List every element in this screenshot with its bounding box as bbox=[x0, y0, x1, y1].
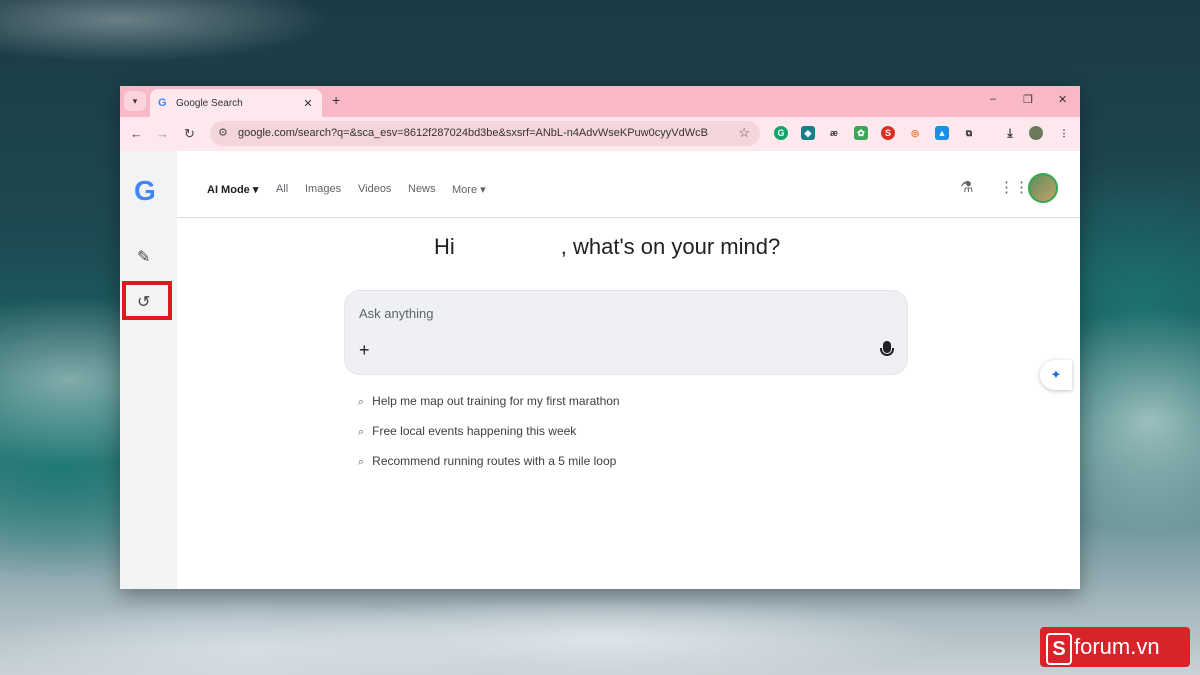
minimize-button[interactable]: – bbox=[990, 93, 996, 105]
close-tab-icon[interactable]: ✕ bbox=[300, 97, 316, 110]
watermark-text: forum.vn bbox=[1074, 634, 1160, 659]
tab-google-search[interactable]: G Google Search ✕ bbox=[150, 89, 322, 117]
greeting-heading: Hi , what's on your mind? bbox=[434, 234, 780, 260]
account-avatar[interactable] bbox=[1028, 173, 1058, 203]
google-logo[interactable]: G bbox=[134, 175, 156, 207]
sparkle-search-icon: ⌕ bbox=[358, 426, 365, 438]
extension-icon-4[interactable]: ✿ bbox=[854, 126, 868, 140]
close-window-button[interactable]: ✕ bbox=[1058, 93, 1067, 106]
menu-dots-icon[interactable]: ⋮ bbox=[1057, 126, 1071, 140]
tab-news[interactable]: News bbox=[408, 183, 436, 195]
tab-search-button[interactable]: ▾ bbox=[124, 91, 146, 111]
browser-window: ▾ G Google Search ✕ + – ❐ ✕ ← → ↻ ⚙ goog… bbox=[120, 86, 1080, 589]
tab-all[interactable]: All bbox=[276, 183, 288, 195]
suggestion-item[interactable]: ⌕ Free local events happening this week bbox=[358, 424, 576, 439]
site-info-icon[interactable]: ⚙ bbox=[218, 126, 228, 139]
address-bar[interactable]: ⚙ google.com/search?q=&sca_esv=8612f2870… bbox=[210, 121, 760, 146]
watermark-logo: S forum.vn bbox=[1040, 627, 1190, 667]
restore-button[interactable]: ❐ bbox=[1023, 93, 1033, 106]
extension-icon-7[interactable]: ▲ bbox=[935, 126, 949, 140]
search-header: AI Mode ▾ All Images Videos News More ▾ … bbox=[177, 151, 1080, 218]
tab-ai-mode[interactable]: AI Mode ▾ bbox=[207, 183, 258, 196]
apps-grid-icon[interactable]: ⋮⋮ bbox=[999, 178, 1029, 196]
ask-input-box[interactable]: Ask anything + bbox=[344, 290, 908, 375]
labs-flask-icon[interactable]: ⚗ bbox=[960, 178, 973, 196]
suggestion-item[interactable]: ⌕ Recommend running routes with a 5 mile … bbox=[358, 454, 616, 469]
add-attachment-button[interactable]: + bbox=[359, 340, 370, 361]
google-favicon-icon: G bbox=[158, 97, 167, 109]
bookmark-star-icon[interactable]: ☆ bbox=[738, 125, 750, 141]
extensions-puzzle-icon[interactable]: ⧉ bbox=[962, 126, 976, 140]
sparkle-search-icon: ⌕ bbox=[358, 456, 365, 468]
extension-icon-6[interactable]: ◎ bbox=[908, 126, 922, 140]
grammarly-extension-icon[interactable]: G bbox=[774, 126, 788, 140]
reload-icon[interactable]: ↻ bbox=[184, 126, 195, 142]
sparkle-search-icon: ⌕ bbox=[358, 396, 365, 408]
toolbar: ← → ↻ ⚙ google.com/search?q=&sca_esv=861… bbox=[120, 117, 1080, 151]
new-tab-button[interactable]: + bbox=[332, 92, 340, 108]
ask-placeholder: Ask anything bbox=[359, 306, 434, 321]
tab-images[interactable]: Images bbox=[305, 183, 341, 195]
forward-icon[interactable]: → bbox=[156, 126, 169, 141]
back-icon[interactable]: ← bbox=[130, 126, 143, 141]
new-chat-edit-icon[interactable]: ✎ bbox=[137, 247, 150, 267]
tab-more[interactable]: More ▾ bbox=[452, 183, 486, 196]
suggestion-item[interactable]: ⌕ Help me map out training for my first m… bbox=[358, 394, 620, 409]
greeting-suffix: , what's on your mind? bbox=[560, 234, 781, 259]
greeting-prefix: Hi bbox=[434, 234, 455, 259]
extension-icon-5[interactable]: S bbox=[881, 126, 895, 140]
gemini-assist-button[interactable]: ✦ bbox=[1040, 360, 1072, 390]
watermark-s-icon: S bbox=[1046, 633, 1072, 665]
tab-title: Google Search bbox=[176, 97, 243, 109]
profile-avatar-icon[interactable] bbox=[1029, 126, 1043, 140]
tab-bar: ▾ G Google Search ✕ + – ❐ ✕ bbox=[120, 86, 1080, 117]
extension-icon-ae[interactable]: æ bbox=[827, 126, 841, 140]
microphone-icon[interactable] bbox=[880, 341, 894, 356]
left-sidebar: G ✎ ↺ bbox=[120, 151, 177, 589]
tab-videos[interactable]: Videos bbox=[358, 183, 391, 195]
download-icon[interactable]: ⤓ bbox=[1003, 126, 1017, 140]
url-text: google.com/search?q=&sca_esv=8612f287024… bbox=[238, 127, 708, 139]
history-highlight-box bbox=[122, 281, 172, 320]
extension-icon-2[interactable]: ◆ bbox=[801, 126, 815, 140]
